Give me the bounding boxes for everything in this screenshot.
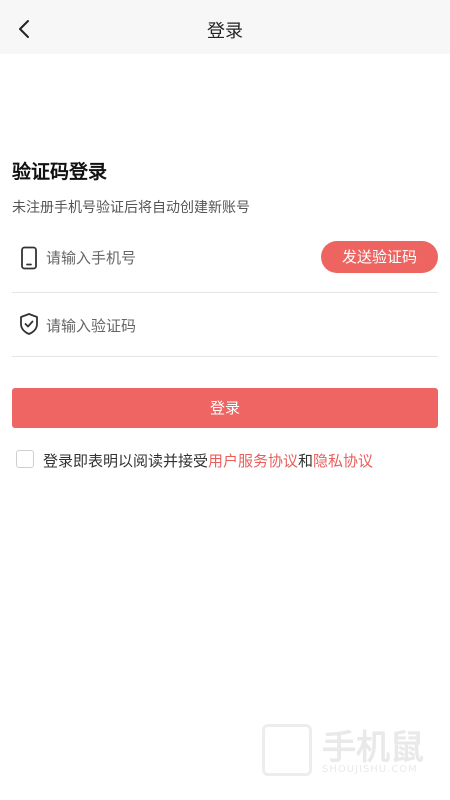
- agreement-row: 登录即表明以阅读并接受用户服务协议和隐私协议: [16, 450, 446, 472]
- watermark-logo-icon: [262, 724, 312, 776]
- agreement-checkbox[interactable]: [16, 450, 34, 468]
- watermark: 手机鼠 SHOUJISHU.COM: [262, 718, 432, 784]
- terms-link[interactable]: 用户服务协议: [208, 452, 298, 470]
- nav-bar: 登录: [0, 0, 450, 54]
- nav-title: 登录: [207, 21, 243, 42]
- phone-input[interactable]: [46, 246, 296, 270]
- agreement-text: 登录即表明以阅读并接受用户服务协议和隐私协议: [43, 450, 373, 471]
- phone-icon: [21, 246, 37, 270]
- login-title: 验证码登录: [12, 161, 108, 183]
- code-input[interactable]: [46, 314, 296, 338]
- shield-check-icon: [20, 313, 38, 335]
- watermark-sub: SHOUJISHU.COM: [322, 764, 418, 775]
- privacy-link[interactable]: 隐私协议: [313, 452, 373, 470]
- watermark-text: 手机鼠: [322, 728, 424, 768]
- phone-field: 发送验证码: [12, 232, 438, 293]
- code-field: [12, 296, 438, 357]
- agreement-conjunction: 和: [298, 452, 314, 470]
- send-code-button[interactable]: 发送验证码: [321, 241, 438, 273]
- login-subtitle: 未注册手机号验证后将自动创建新账号: [12, 200, 250, 216]
- login-button[interactable]: 登录: [12, 388, 438, 428]
- agreement-prefix: 登录即表明以阅读并接受: [43, 452, 209, 470]
